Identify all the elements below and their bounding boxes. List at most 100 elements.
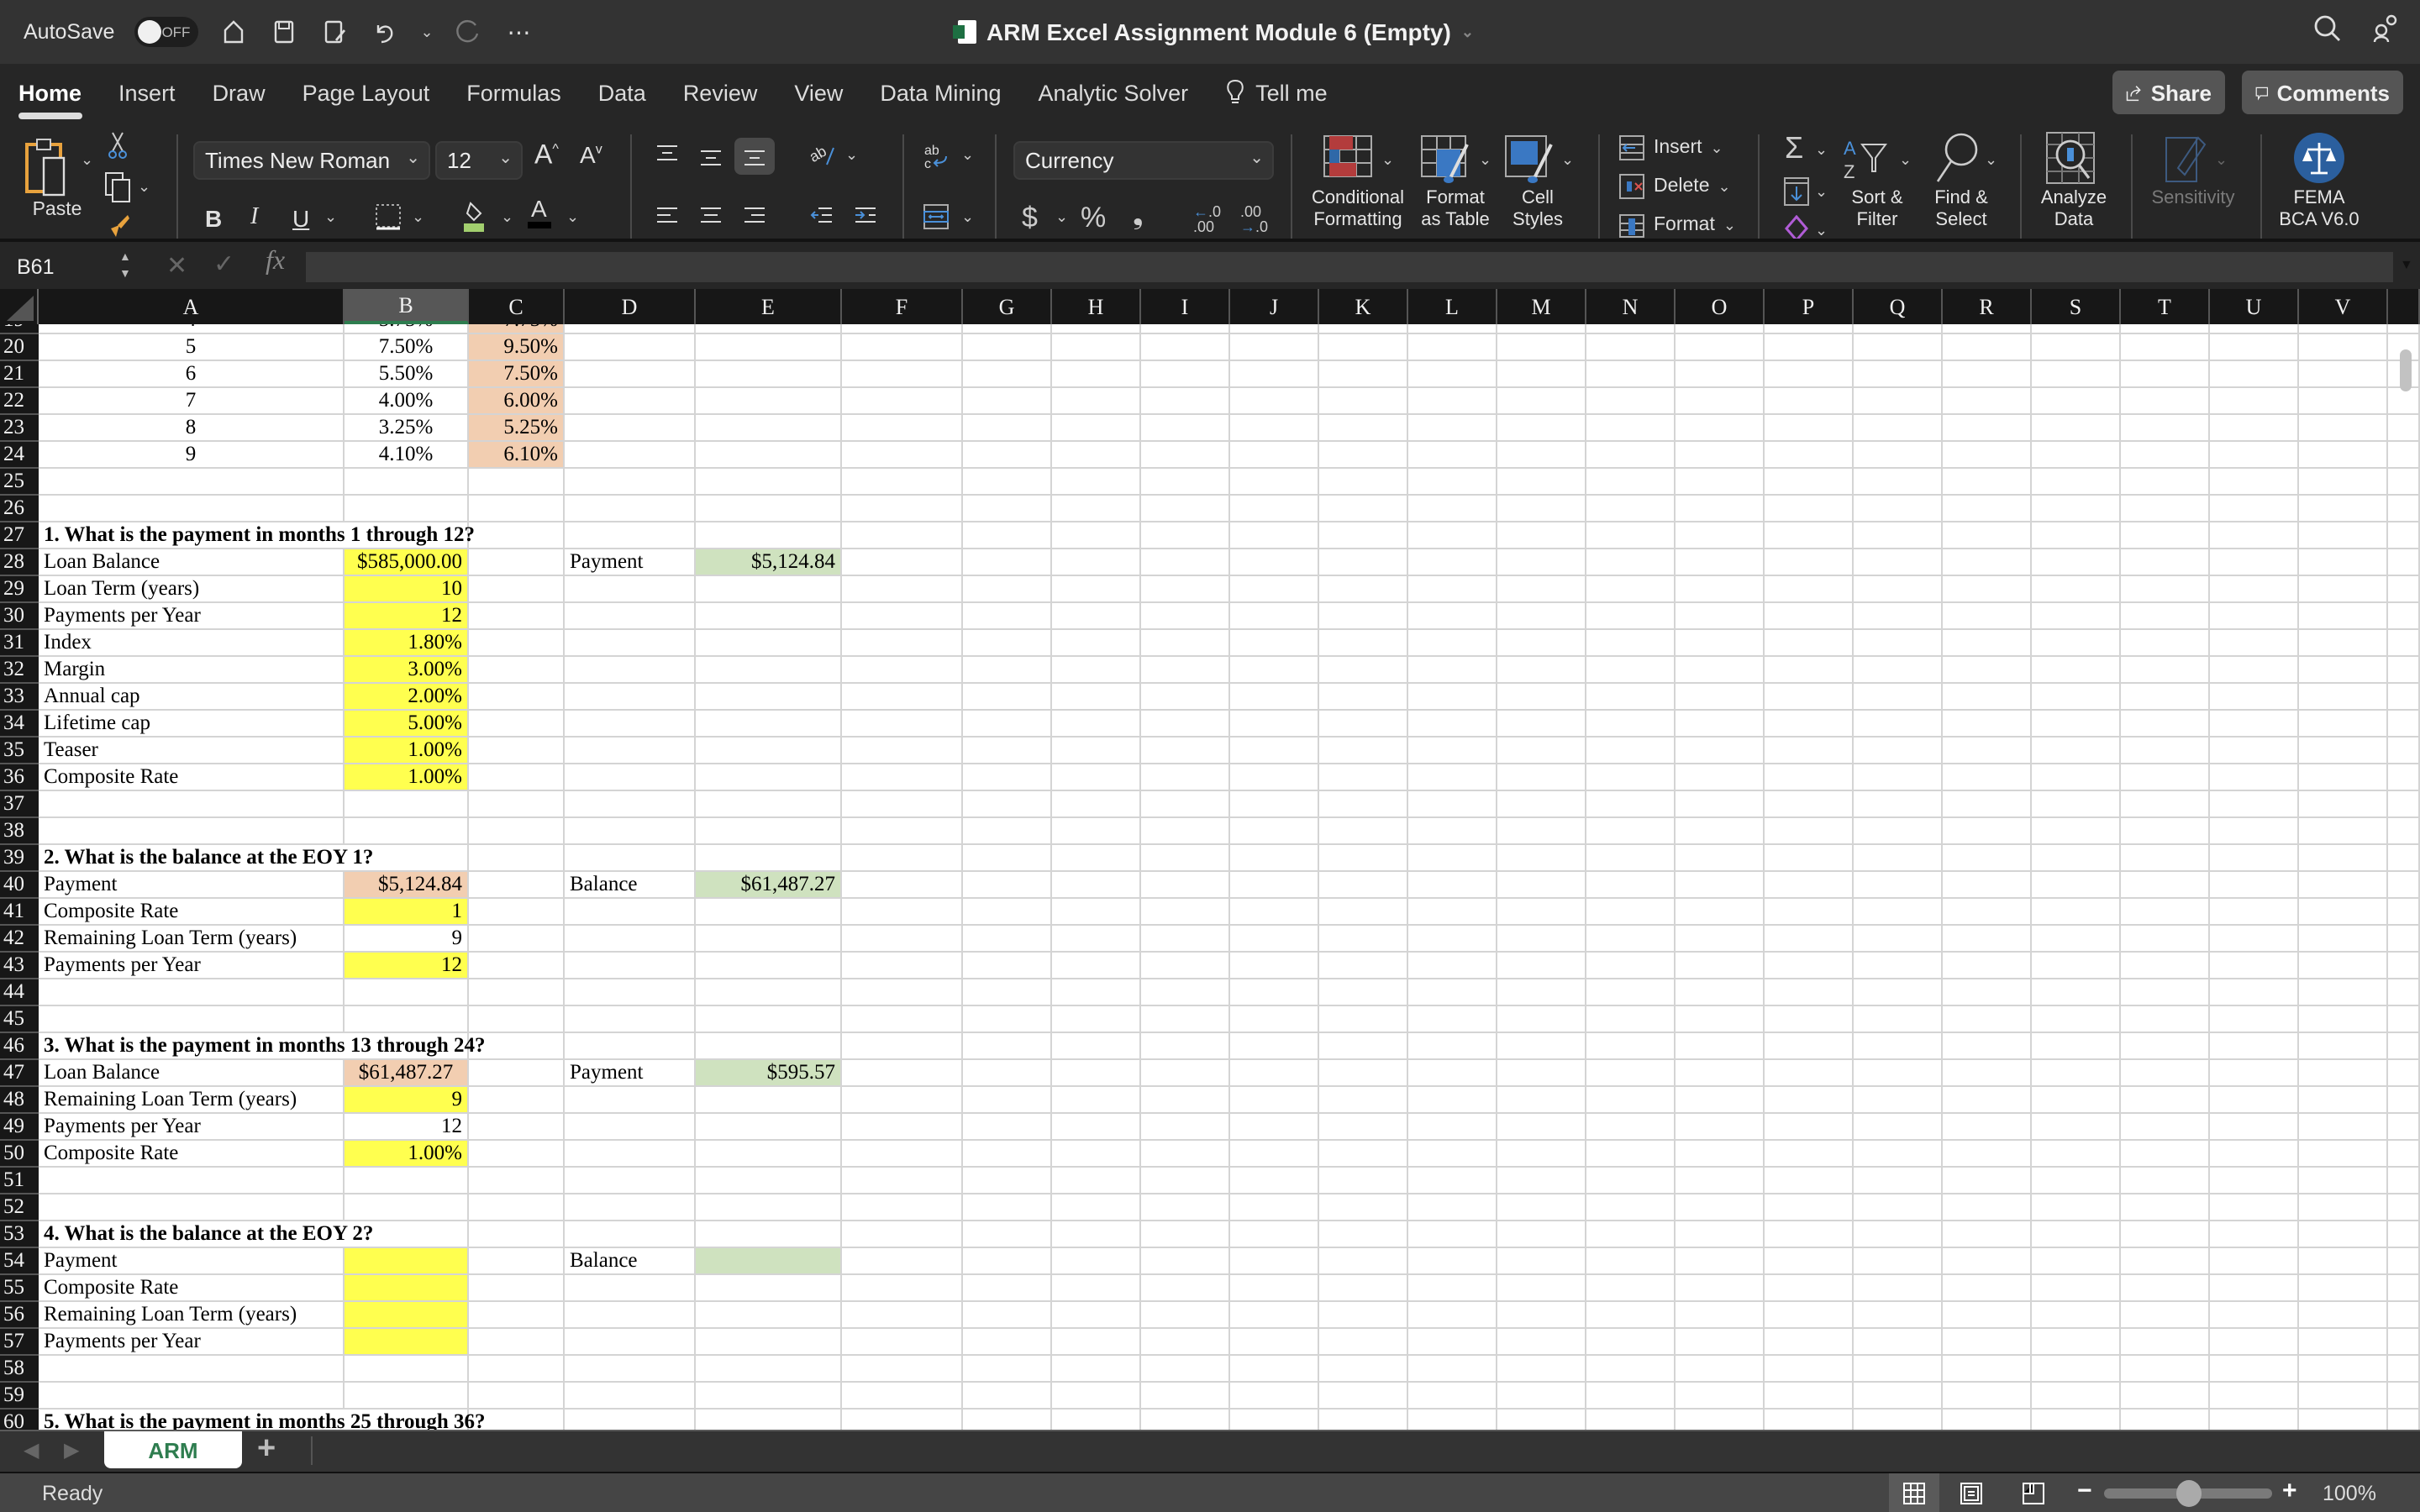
- cell-j23[interactable]: [1230, 415, 1319, 442]
- cell-b29[interactable]: 10: [345, 576, 469, 603]
- cell-a31[interactable]: Index: [39, 630, 345, 657]
- cell-o25[interactable]: [1676, 469, 1765, 496]
- cell-u56[interactable]: [2210, 1302, 2299, 1329]
- cell-s56[interactable]: [2032, 1302, 2121, 1329]
- find-select-button[interactable]: Find & Select: [1923, 188, 2000, 230]
- cell-i29[interactable]: [1141, 576, 1230, 603]
- cell-b24[interactable]: 4.10%: [345, 442, 469, 469]
- column-header-i[interactable]: I: [1141, 289, 1230, 324]
- cell-l41[interactable]: [1408, 899, 1497, 926]
- cell-e20[interactable]: [696, 334, 842, 361]
- cell-f45[interactable]: [842, 1006, 963, 1033]
- cell-l60[interactable]: [1408, 1410, 1497, 1430]
- row-header[interactable]: 44: [0, 979, 39, 1006]
- row-header[interactable]: 34: [0, 711, 39, 738]
- cell-l52[interactable]: [1408, 1194, 1497, 1221]
- row-header[interactable]: 60: [0, 1410, 39, 1430]
- cell-t21[interactable]: [2121, 361, 2210, 388]
- cell-e57[interactable]: [696, 1329, 842, 1356]
- cell-o30[interactable]: [1676, 603, 1765, 630]
- cell-e39[interactable]: [696, 845, 842, 872]
- cell-h35[interactable]: [1052, 738, 1141, 764]
- cell-p26[interactable]: [1765, 496, 1854, 522]
- cell-i49[interactable]: [1141, 1114, 1230, 1141]
- merge-dropdown-icon[interactable]: ⌄: [961, 208, 974, 227]
- cell-c39[interactable]: [469, 845, 565, 872]
- cell-t51[interactable]: [2121, 1168, 2210, 1194]
- column-header-e[interactable]: E: [696, 289, 842, 324]
- cell-k58[interactable]: [1319, 1356, 1408, 1383]
- cell-d55[interactable]: [565, 1275, 696, 1302]
- cell-u29[interactable]: [2210, 576, 2299, 603]
- cell-h54[interactable]: [1052, 1248, 1141, 1275]
- cell-o46[interactable]: [1676, 1033, 1765, 1060]
- cell-h46[interactable]: [1052, 1033, 1141, 1060]
- column-header-b[interactable]: B: [345, 289, 469, 324]
- cell-t44[interactable]: [2121, 979, 2210, 1006]
- formula-input[interactable]: [306, 252, 2393, 282]
- cell-h31[interactable]: [1052, 630, 1141, 657]
- cell-f20[interactable]: [842, 334, 963, 361]
- cell-c48[interactable]: [469, 1087, 565, 1114]
- cell-g32[interactable]: [963, 657, 1052, 684]
- cell-b34[interactable]: 5.00%: [345, 711, 469, 738]
- cell-f50[interactable]: [842, 1141, 963, 1168]
- cell-f56[interactable]: [842, 1302, 963, 1329]
- undo-icon[interactable]: [370, 17, 400, 47]
- cell-u32[interactable]: [2210, 657, 2299, 684]
- cell-v50[interactable]: [2299, 1141, 2388, 1168]
- cell-k37[interactable]: [1319, 791, 1408, 818]
- cell-p51[interactable]: [1765, 1168, 1854, 1194]
- cell-s58[interactable]: [2032, 1356, 2121, 1383]
- sort-filter-dropdown-icon[interactable]: ⌄: [1899, 151, 1912, 170]
- cell-l45[interactable]: [1408, 1006, 1497, 1033]
- cell-d39[interactable]: [565, 845, 696, 872]
- cell-f57[interactable]: [842, 1329, 963, 1356]
- cell-c23[interactable]: 5.25%: [469, 415, 565, 442]
- tell-me[interactable]: Tell me: [1225, 64, 1328, 121]
- cell-q50[interactable]: [1854, 1141, 1943, 1168]
- cell-v23[interactable]: [2299, 415, 2388, 442]
- cell-o56[interactable]: [1676, 1302, 1765, 1329]
- cell-b48[interactable]: 9: [345, 1087, 469, 1114]
- cell-m53[interactable]: [1497, 1221, 1586, 1248]
- cell-v49[interactable]: [2299, 1114, 2388, 1141]
- cell-v56[interactable]: [2299, 1302, 2388, 1329]
- cell-k24[interactable]: [1319, 442, 1408, 469]
- borders-dropdown-icon[interactable]: ⌄: [412, 208, 424, 227]
- cell-c49[interactable]: [469, 1114, 565, 1141]
- cell-r47[interactable]: [1943, 1060, 2032, 1087]
- cell-s21[interactable]: [2032, 361, 2121, 388]
- cell-e48[interactable]: [696, 1087, 842, 1114]
- zoom-slider[interactable]: [2104, 1480, 2272, 1507]
- cell-f29[interactable]: [842, 576, 963, 603]
- cell-v44[interactable]: [2299, 979, 2388, 1006]
- cell-r28[interactable]: [1943, 549, 2032, 576]
- cell-q55[interactable]: [1854, 1275, 1943, 1302]
- tab-home[interactable]: Home: [18, 64, 82, 121]
- cell-o33[interactable]: [1676, 684, 1765, 711]
- cell-p20[interactable]: [1765, 334, 1854, 361]
- cell-r38[interactable]: [1943, 818, 2032, 845]
- row-header[interactable]: 26: [0, 496, 39, 522]
- tab-page-layout[interactable]: Page Layout: [302, 64, 430, 121]
- cell-t57[interactable]: [2121, 1329, 2210, 1356]
- cell-i21[interactable]: [1141, 361, 1230, 388]
- cell-q24[interactable]: [1854, 442, 1943, 469]
- cell-l25[interactable]: [1408, 469, 1497, 496]
- cell-e30[interactable]: [696, 603, 842, 630]
- cell-n34[interactable]: [1586, 711, 1676, 738]
- zoom-slider-thumb[interactable]: [2176, 1480, 2202, 1507]
- cell-q59[interactable]: [1854, 1383, 1943, 1410]
- cell-m33[interactable]: [1497, 684, 1586, 711]
- cell-a32[interactable]: Margin: [39, 657, 345, 684]
- zoom-in-button[interactable]: +: [2282, 1477, 2297, 1505]
- row-header[interactable]: 45: [0, 1006, 39, 1033]
- cell-r24[interactable]: [1943, 442, 2032, 469]
- column-header-n[interactable]: N: [1586, 289, 1676, 324]
- bold-button[interactable]: B: [205, 205, 222, 232]
- cell-j56[interactable]: [1230, 1302, 1319, 1329]
- cell-m39[interactable]: [1497, 845, 1586, 872]
- cell-r50[interactable]: [1943, 1141, 2032, 1168]
- cell-n31[interactable]: [1586, 630, 1676, 657]
